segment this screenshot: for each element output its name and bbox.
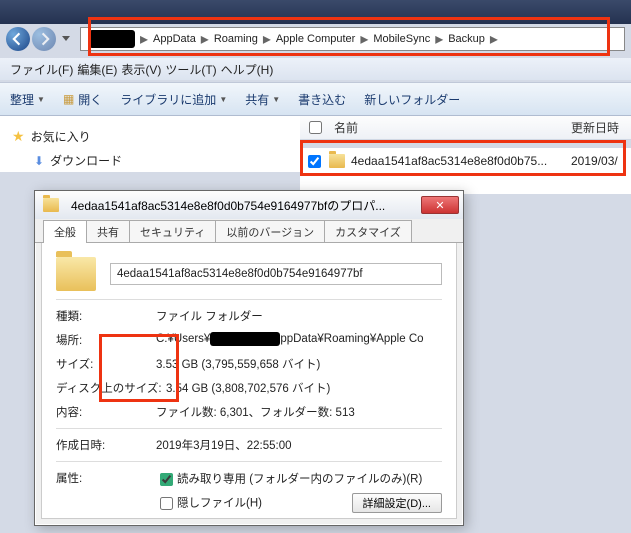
menu-view[interactable]: 表示(V) [121, 61, 161, 78]
downloads-label: ダウンロード [50, 152, 122, 169]
chevron-right-icon: ▸ [489, 29, 499, 49]
column-name[interactable]: 名前 [330, 119, 571, 136]
tab-previous-versions[interactable]: 以前のバージョン [215, 220, 325, 242]
tab-strip: 全般 共有 セキュリティ 以前のバージョン カスタマイズ [35, 219, 463, 243]
breadcrumb-item[interactable]: Backup [444, 28, 489, 50]
downloads-icon: ⬇ [34, 154, 44, 168]
readonly-label: 読み取り専用 (フォルダー内のファイルのみ)(R) [177, 474, 422, 486]
contains-label: 内容: [56, 404, 156, 420]
chevron-down-icon [62, 36, 70, 42]
attributes-label: 属性: [56, 470, 156, 513]
breadcrumb-item[interactable]: Apple Computer [272, 28, 360, 50]
location-label: 場所: [56, 332, 156, 348]
hidden-label: 隠しファイル(H) [177, 497, 262, 509]
favorites-label: お気に入り [31, 128, 91, 145]
star-icon: ★ [12, 128, 25, 145]
size-on-disk-value: 3.54 GB (3,808,702,576 バイト) [166, 380, 442, 396]
chevron-right-icon: ▸ [200, 29, 210, 49]
created-label: 作成日時: [56, 437, 156, 453]
tab-security[interactable]: セキュリティ [129, 220, 216, 242]
folder-large-icon [56, 257, 96, 291]
toolbar: 整理▼ ▦開く ライブラリに追加▼ 共有▼ 書き込む 新しいフォルダー [0, 82, 631, 116]
close-button[interactable]: ✕ [421, 196, 459, 214]
breadcrumb-item[interactable]: Roaming [210, 28, 262, 50]
redacted-text [210, 332, 280, 346]
created-value: 2019年3月19日、22:55:00 [156, 437, 442, 453]
downloads-item[interactable]: ⬇ ダウンロード [0, 149, 300, 172]
folder-name-field[interactable]: 4edaa1541af8ac5314e8e8f0d0b754e9164977bf [110, 263, 442, 285]
forward-arrow-icon [37, 32, 51, 46]
address-bar[interactable]: ▸ AppData ▸ Roaming ▸ Apple Computer ▸ M… [80, 27, 625, 51]
breadcrumb-item[interactable]: MobileSync [369, 28, 434, 50]
menu-help[interactable]: ヘルプ(H) [221, 61, 274, 78]
contains-value: ファイル数: 6,301、フォルダー数: 513 [156, 404, 442, 420]
breadcrumb-item[interactable]: AppData [149, 28, 200, 50]
dialog-titlebar[interactable]: 4edaa1541af8ac5314e8e8f0d0b754e9164977bf… [35, 191, 463, 219]
folder-name: 4edaa1541af8ac5314e8e8f0d0b75... [351, 154, 571, 168]
location-value: C:¥Users¥ppData¥Roaming¥Apple Co [156, 332, 442, 348]
select-all-checkbox[interactable] [309, 121, 322, 134]
burn-button[interactable]: 書き込む [298, 91, 346, 108]
organize-button[interactable]: 整理▼ [10, 91, 45, 108]
open-icon: ▦ [63, 92, 74, 106]
dialog-body: 4edaa1541af8ac5314e8e8f0d0b754e9164977bf… [41, 243, 457, 519]
row-checkbox[interactable] [308, 155, 321, 168]
dialog-title: 4edaa1541af8ac5314e8e8f0d0b754e9164977bf… [71, 197, 421, 214]
nav-tree: ★ お気に入り ⬇ ダウンロード [0, 116, 300, 172]
folder-icon [329, 154, 345, 168]
nav-history-dropdown[interactable] [58, 28, 74, 50]
column-date[interactable]: 更新日時 [571, 119, 631, 136]
advanced-button[interactable]: 詳細設定(D)... [352, 493, 442, 513]
menu-edit[interactable]: 編集(E) [77, 61, 117, 78]
forward-button[interactable] [32, 27, 56, 51]
menu-bar: ファイル(F) 編集(E) 表示(V) ツール(T) ヘルプ(H) [0, 58, 631, 80]
size-label: サイズ: [56, 356, 156, 372]
menu-file[interactable]: ファイル(F) [10, 61, 73, 78]
new-folder-button[interactable]: 新しいフォルダー [364, 91, 460, 108]
open-button[interactable]: ▦開く [63, 91, 102, 108]
tab-general[interactable]: 全般 [43, 220, 87, 243]
back-arrow-icon [11, 32, 25, 46]
chevron-right-icon: ▸ [359, 29, 369, 49]
chevron-right-icon: ▸ [139, 29, 149, 49]
add-to-library-button[interactable]: ライブラリに追加▼ [120, 91, 227, 108]
favorites-group[interactable]: ★ お気に入り [0, 124, 300, 149]
tab-share[interactable]: 共有 [86, 220, 130, 242]
size-on-disk-label: ディスク上のサイズ: [56, 380, 166, 396]
folder-row[interactable]: 4edaa1541af8ac5314e8e8f0d0b75... 2019/03… [300, 148, 631, 174]
tab-customize[interactable]: カスタマイズ [324, 220, 412, 242]
size-value: 3.53 GB (3,795,559,658 バイト) [156, 356, 442, 372]
column-header: 名前 更新日時 [300, 116, 631, 140]
properties-dialog: 4edaa1541af8ac5314e8e8f0d0b754e9164977bf… [34, 190, 464, 526]
redacted-user [89, 30, 135, 48]
folder-icon [43, 198, 59, 212]
menu-tools[interactable]: ツール(T) [165, 61, 216, 78]
readonly-checkbox[interactable] [160, 473, 173, 486]
chevron-right-icon: ▸ [434, 29, 444, 49]
type-value: ファイル フォルダー [156, 308, 442, 324]
type-label: 種類: [56, 308, 156, 324]
chevron-right-icon: ▸ [262, 29, 272, 49]
back-button[interactable] [6, 27, 30, 51]
folder-date: 2019/03/ [571, 154, 631, 168]
hidden-checkbox[interactable] [160, 497, 173, 510]
share-button[interactable]: 共有▼ [245, 91, 280, 108]
close-icon: ✕ [435, 199, 444, 212]
